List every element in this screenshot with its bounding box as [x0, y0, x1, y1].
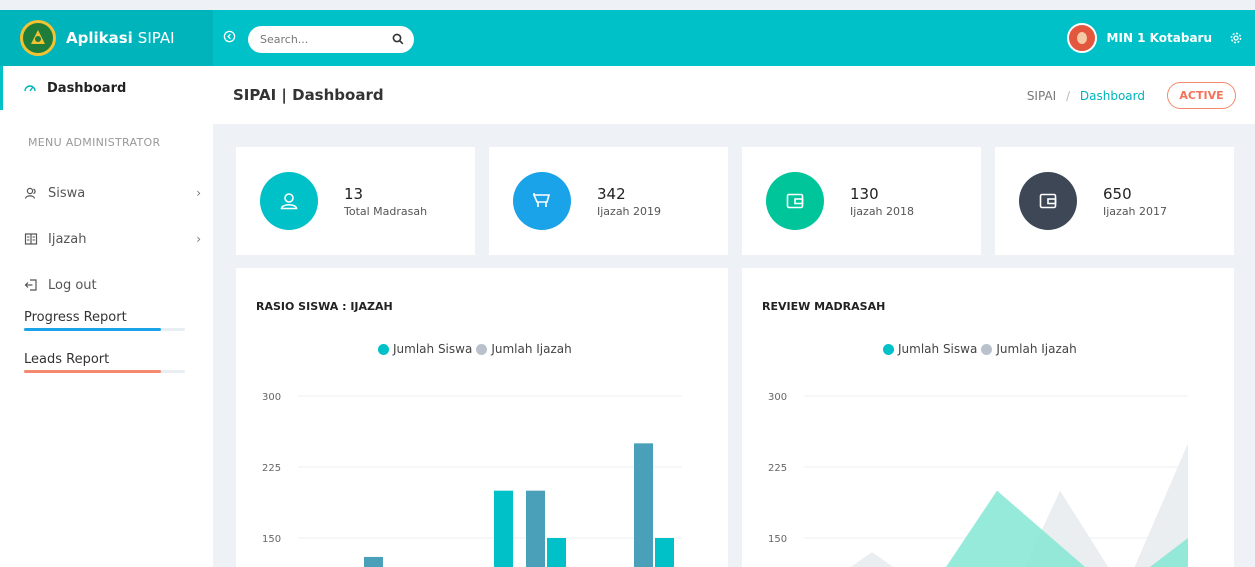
- legend-item[interactable]: Jumlah Siswa: [378, 342, 472, 356]
- sidebar-item-logout[interactable]: Log out: [0, 262, 213, 308]
- stat-value: 130: [850, 184, 879, 203]
- sidebar-item-label: Siswa: [48, 185, 86, 201]
- user-icon: [260, 172, 318, 230]
- stat-value: 342: [597, 184, 626, 203]
- y-tick-label: 300: [262, 392, 281, 403]
- stat-label: Total Madrasah: [344, 204, 428, 218]
- sidebar-item-dashboard[interactable]: Dashboard: [0, 66, 213, 110]
- breadcrumb-root[interactable]: SIPAI: [1027, 89, 1056, 103]
- bar: [547, 538, 566, 567]
- y-tick-label: 150: [262, 534, 281, 545]
- dashboard-icon: [24, 85, 36, 92]
- legend-label: Jumlah Ijazah: [491, 342, 572, 356]
- brand[interactable]: Aplikasi SIPAI: [0, 10, 213, 66]
- legend-swatch: [476, 343, 488, 355]
- page-title: SIPAI | Dashboard: [233, 86, 384, 104]
- cart-icon: [513, 172, 571, 230]
- breadcrumb-current: Dashboard: [1079, 89, 1145, 103]
- report-label: Leads Report: [24, 352, 110, 367]
- bar: [364, 556, 383, 567]
- chart-legend: Jumlah Siswa Jumlah Ijazah: [883, 342, 1081, 356]
- progress-bar-fill: [24, 328, 161, 331]
- gear-icon[interactable]: [1229, 30, 1243, 49]
- bar: [494, 490, 513, 567]
- stat-label: Ijazah 2019: [597, 204, 662, 218]
- search-box[interactable]: [248, 26, 414, 53]
- y-tick-label: 225: [262, 463, 281, 474]
- sidebar: Dashboard MENU ADMINISTRATOR Siswa › Ija…: [0, 66, 213, 567]
- sidebar-toggle-icon[interactable]: [223, 30, 236, 47]
- sidebar-item-siswa[interactable]: Siswa ›: [0, 170, 213, 216]
- progress-bar: [24, 328, 185, 331]
- stat-card-total-madrasah: 13 Total Madrasah: [236, 147, 475, 255]
- stat-value: 13: [344, 184, 364, 203]
- bar: [526, 490, 545, 567]
- progress-bar-fill: [24, 370, 161, 373]
- stat-label: Ijazah 2017: [1103, 204, 1168, 218]
- bar: [634, 443, 653, 567]
- legend-item[interactable]: Jumlah Ijazah: [476, 342, 572, 356]
- legend-label: Jumlah Siswa: [898, 342, 978, 356]
- report-label: Progress Report: [24, 310, 127, 325]
- sidebar-item-ijazah[interactable]: Ijazah ›: [0, 216, 213, 262]
- breadcrumb-separator: /: [1066, 89, 1071, 103]
- wallet-icon: [1019, 172, 1077, 230]
- user-name: MIN 1 Kotabaru: [1106, 31, 1212, 45]
- sidebar-section-label: MENU ADMINISTRATOR: [28, 136, 161, 149]
- leads-report[interactable]: Leads Report: [0, 352, 213, 392]
- legend-label: Jumlah Siswa: [393, 342, 473, 356]
- chevron-right-icon: ›: [196, 186, 201, 200]
- legend-label: Jumlah Ijazah: [996, 342, 1077, 356]
- chart-title: RASIO SISWA : IJAZAH: [256, 300, 393, 313]
- search-icon[interactable]: [392, 30, 404, 49]
- chart-title: REVIEW MADRASAH: [762, 300, 886, 313]
- stat-card-ijazah-2019: 342 Ijazah 2019: [489, 147, 728, 255]
- wallet-icon: [766, 172, 824, 230]
- sidebar-item-label: Log out: [48, 277, 97, 293]
- user-menu[interactable]: MIN 1 Kotabaru: [1066, 23, 1212, 53]
- area-ijazah: [850, 552, 894, 567]
- sidebar-item-label: Ijazah: [48, 231, 87, 247]
- legend-item[interactable]: Jumlah Siswa: [883, 342, 977, 356]
- y-tick-label: 225: [768, 463, 787, 474]
- users-icon: [24, 187, 36, 199]
- status-badge: ACTIVE: [1167, 82, 1236, 109]
- progress-bar: [24, 370, 185, 373]
- legend-swatch: [883, 343, 894, 355]
- stat-card-ijazah-2017: 650 Ijazah 2017: [995, 147, 1234, 255]
- sidebar-item-label: Dashboard: [47, 80, 127, 96]
- chart-panel-rasio: 300 225 150 RASIO SISWA : IJAZAH Jumlah Si…: [236, 268, 728, 567]
- search-input[interactable]: [260, 33, 392, 46]
- brand-name-bold: Aplikasi: [66, 29, 133, 47]
- stat-label: Ijazah 2018: [850, 204, 915, 218]
- stat-card-ijazah-2018: 130 Ijazah 2018: [742, 147, 981, 255]
- progress-report[interactable]: Progress Report: [0, 310, 213, 350]
- legend-swatch: [378, 343, 389, 355]
- breadcrumb: SIPAI / Dashboard: [1027, 89, 1145, 103]
- legend-swatch: [981, 343, 993, 355]
- bar: [655, 538, 674, 567]
- y-tick-label: 300: [768, 392, 787, 403]
- chart-panel-review: 300 225 150 REVIEW MADRASAH Jumlah Siswa J…: [742, 268, 1234, 567]
- chevron-right-icon: ›: [196, 232, 201, 246]
- ministry-logo-icon: [20, 20, 56, 56]
- content-header: SIPAI | Dashboard SIPAI / Dashboard ACTI…: [213, 66, 1255, 124]
- y-tick-label: 150: [768, 534, 787, 545]
- chart-legend: Jumlah Siswa Jumlah Ijazah: [378, 342, 576, 356]
- book-icon: [24, 233, 38, 245]
- stat-value: 650: [1103, 184, 1132, 203]
- legend-item[interactable]: Jumlah Ijazah: [981, 342, 1077, 356]
- brand-name-rest: SIPAI: [137, 29, 175, 47]
- top-navbar: Aplikasi SIPAI MIN 1 Kotabaru: [0, 10, 1255, 66]
- avatar[interactable]: [1066, 23, 1097, 53]
- logout-icon: [24, 279, 37, 291]
